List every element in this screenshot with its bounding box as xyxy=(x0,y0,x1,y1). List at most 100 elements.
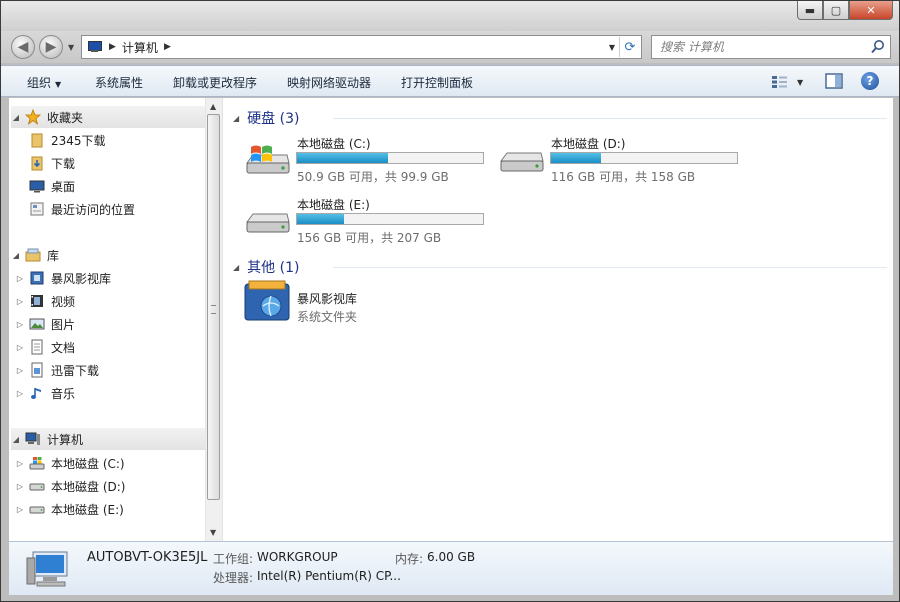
drive-usage-bar xyxy=(550,152,738,164)
nav-item-drive-c[interactable]: ▷ 本地磁盘 (C:) xyxy=(17,452,205,474)
nav-item-2345-downloads[interactable]: 2345下载 xyxy=(29,129,205,151)
nav-item-downloads[interactable]: 下载 xyxy=(29,152,205,174)
drive-usage-fill xyxy=(551,153,602,163)
drive-e[interactable]: 本地磁盘 (E:) 156 GB 可用，共 207 GB xyxy=(223,196,484,252)
drive-usage-fill xyxy=(297,214,344,224)
workgroup-value: WORKGROUP xyxy=(257,550,338,564)
collapse-arrow-icon[interactable]: ◢ xyxy=(11,435,21,444)
expand-arrow-icon[interactable]: ▷ xyxy=(15,459,25,468)
uninstall-program-button[interactable]: 卸载或更改程序 xyxy=(173,74,257,91)
expand-arrow-icon[interactable]: ▷ xyxy=(15,320,25,329)
computer-name: AUTOBVT-OK3E5JL xyxy=(87,550,208,565)
music-icon xyxy=(31,388,41,399)
drive-icon xyxy=(29,483,45,491)
video-library-icon xyxy=(244,280,290,321)
nav-item-pictures[interactable]: ▷ 图片 xyxy=(17,313,205,335)
nav-libraries-label: 库 xyxy=(47,248,60,263)
nav-item-label: 文档 xyxy=(51,340,76,355)
search-box[interactable] xyxy=(651,35,891,59)
collapse-arrow-icon[interactable]: ◢ xyxy=(233,263,239,272)
drive-usage-fill xyxy=(297,153,389,163)
nav-item-drive-e[interactable]: ▷ 本地磁盘 (E:) xyxy=(17,498,205,520)
nav-item-documents[interactable]: ▷ 文档 xyxy=(17,336,205,358)
nav-item-thunder-downloads[interactable]: ▷ 迅雷下载 xyxy=(17,359,205,381)
nav-item-baofeng-library[interactable]: ▷ 暴风影视库 xyxy=(17,267,205,289)
nav-item-label: 本地磁盘 (D:) xyxy=(51,479,126,494)
nav-item-label: 视频 xyxy=(51,294,76,309)
drive-c[interactable]: 本地磁盘 (C:) 50.9 GB 可用，共 99.9 GB xyxy=(223,135,484,191)
expand-arrow-icon[interactable]: ▷ xyxy=(15,297,25,306)
thunder-download-icon xyxy=(31,362,43,378)
drive-name: 本地磁盘 (C:) xyxy=(297,137,371,151)
details-pane: AUTOBVT-OK3E5JL 工作组: WORKGROUP 内存: 6.00 … xyxy=(9,541,893,595)
folder-name: 暴风影视库 xyxy=(297,292,358,306)
section-divider xyxy=(333,267,887,268)
download-folder-icon xyxy=(31,156,43,171)
scroll-up-icon[interactable]: ▲ xyxy=(210,102,216,111)
scrollbar-thumb[interactable] xyxy=(207,114,220,500)
change-view-button[interactable]: ▼ xyxy=(771,73,805,91)
system-properties-button[interactable]: 系统属性 xyxy=(95,74,143,91)
nav-item-label: 图片 xyxy=(51,317,76,332)
workgroup-label: 工作组: xyxy=(213,552,254,566)
nav-item-label: 迅雷下载 xyxy=(51,363,100,378)
breadcrumb-arrow-icon[interactable]: ▶ xyxy=(109,42,116,52)
forward-button[interactable]: ▶ xyxy=(39,35,63,59)
collapse-arrow-icon[interactable]: ◢ xyxy=(233,114,239,123)
nav-item-recent-places[interactable]: 最近访问的位置 xyxy=(29,198,205,220)
nav-scrollbar[interactable]: ▲ ▼ xyxy=(205,98,222,541)
open-control-panel-button[interactable]: 打开控制面板 xyxy=(401,74,473,91)
nav-computer[interactable]: ◢ 计算机 xyxy=(11,428,205,450)
command-toolbar: 组织 ▼ 系统属性 卸载或更改程序 映射网络驱动器 打开控制面板 ▼ ? xyxy=(1,65,899,97)
search-input[interactable] xyxy=(658,36,862,58)
expand-arrow-icon[interactable]: ▷ xyxy=(15,274,25,283)
expand-arrow-icon[interactable]: ▷ xyxy=(15,366,25,375)
minimize-button[interactable]: ▬ xyxy=(797,1,823,20)
recent-pages-dropdown[interactable]: ▼ xyxy=(68,43,74,52)
computer-icon xyxy=(25,432,40,445)
other-group-header[interactable]: ◢ 其他 (1) xyxy=(233,257,299,277)
nav-item-drive-d[interactable]: ▷ 本地磁盘 (D:) xyxy=(17,475,205,497)
nav-item-label: 桌面 xyxy=(51,179,76,194)
expand-arrow-icon[interactable]: ▷ xyxy=(15,389,25,398)
title-bar[interactable]: ▬ ▢ ✕ xyxy=(1,1,899,31)
collapse-arrow-icon[interactable]: ◢ xyxy=(11,251,21,260)
organize-menu[interactable]: 组织 ▼ xyxy=(27,74,61,91)
breadcrumb-computer[interactable]: 计算机 xyxy=(122,39,158,56)
help-icon[interactable]: ? xyxy=(861,72,879,90)
nav-favorites[interactable]: ◢ 收藏夹 xyxy=(11,106,205,128)
address-bar[interactable]: ▶ 计算机 ▶ ▼ ⟳ xyxy=(81,35,642,59)
hard-drives-group-header[interactable]: ◢ 硬盘 (3) xyxy=(233,108,299,128)
nav-libraries[interactable]: ◢ 库 xyxy=(11,244,205,266)
nav-item-videos[interactable]: ▷ 视频 xyxy=(17,290,205,312)
map-network-drive-button[interactable]: 映射网络驱动器 xyxy=(287,74,371,91)
nav-item-label: 最近访问的位置 xyxy=(51,202,136,217)
drive-usage-bar xyxy=(296,152,484,164)
expand-arrow-icon[interactable]: ▷ xyxy=(15,482,25,491)
nav-item-music[interactable]: ▷ 音乐 xyxy=(17,382,205,404)
folder-type: 系统文件夹 xyxy=(297,310,358,324)
refresh-icon[interactable]: ⟳ xyxy=(619,37,640,57)
chevron-down-icon: ▼ xyxy=(55,80,62,89)
breadcrumb-arrow-icon[interactable]: ▶ xyxy=(164,42,171,52)
expand-arrow-icon[interactable]: ▷ xyxy=(15,505,25,514)
processor-label: 处理器: xyxy=(213,571,254,585)
nav-computer-label: 计算机 xyxy=(47,432,84,447)
back-button[interactable]: ◀ xyxy=(11,35,35,59)
maximize-button[interactable]: ▢ xyxy=(823,1,849,20)
search-icon[interactable] xyxy=(870,39,886,55)
recent-places-icon xyxy=(30,202,44,216)
drive-d[interactable]: 本地磁盘 (D:) 116 GB 可用，共 158 GB xyxy=(477,135,738,191)
library-icon xyxy=(25,248,41,262)
computer-icon xyxy=(26,551,68,587)
scroll-down-icon[interactable]: ▼ xyxy=(210,528,216,537)
preview-pane-icon[interactable] xyxy=(825,73,843,89)
close-button[interactable]: ✕ xyxy=(849,1,893,20)
nav-item-desktop[interactable]: 桌面 xyxy=(29,175,205,197)
collapse-arrow-icon[interactable]: ◢ xyxy=(11,113,21,122)
baofeng-library-folder[interactable]: 暴风影视库 系统文件夹 xyxy=(223,280,473,330)
address-history-dropdown[interactable]: ▼ xyxy=(609,43,615,52)
expand-arrow-icon[interactable]: ▷ xyxy=(15,343,25,352)
other-title: 其他 (1) xyxy=(247,260,300,276)
back-arrow-icon: ◀ xyxy=(17,39,29,55)
